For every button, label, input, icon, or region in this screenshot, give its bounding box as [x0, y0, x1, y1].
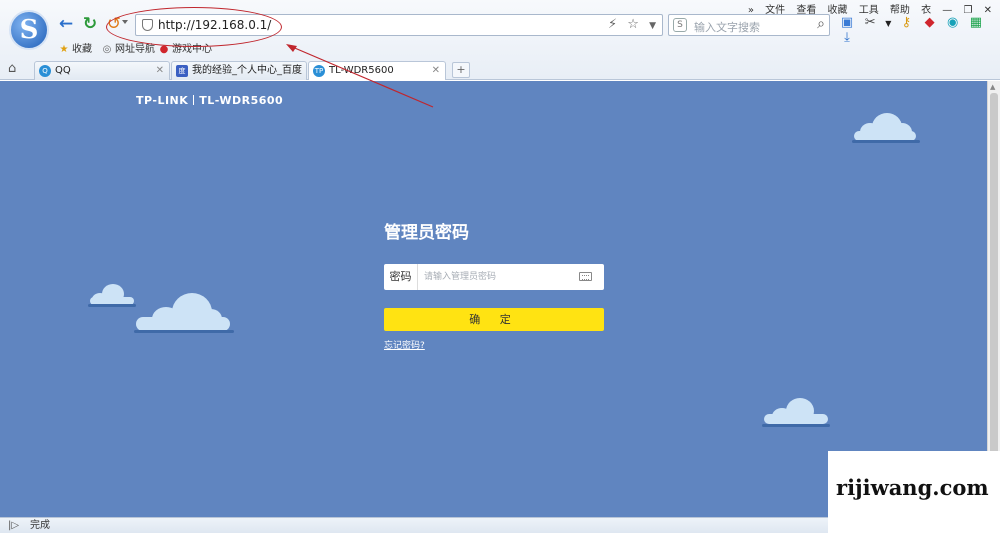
- scrollbar-thumb[interactable]: [990, 93, 998, 513]
- scissors-icon[interactable]: ✂: [861, 15, 879, 30]
- brand-logo: TP-LINK: [136, 94, 189, 107]
- globe-icon: ◎: [102, 44, 112, 55]
- password-label: 密码: [384, 264, 418, 290]
- chevron-down-icon[interactable]: [122, 20, 128, 24]
- watermark: rijiwang.com: [828, 451, 1000, 533]
- grid-icon[interactable]: ▦: [967, 15, 985, 30]
- close-tab-icon[interactable]: ✕: [432, 62, 440, 79]
- bookmark-favorites[interactable]: ★ 收藏: [58, 40, 92, 55]
- dropdown-icon[interactable]: ▼: [649, 21, 656, 31]
- star-icon[interactable]: ☆: [627, 17, 639, 32]
- tplink-tab-icon: TP: [313, 65, 325, 77]
- puzzle-icon[interactable]: ◆: [921, 15, 939, 30]
- new-tab-button[interactable]: +: [452, 62, 470, 78]
- login-title: 管理员密码: [384, 223, 469, 243]
- download-icon[interactable]: ⤓: [838, 30, 856, 45]
- cloud-decoration: [88, 283, 136, 307]
- lightning-icon[interactable]: ⚡: [608, 17, 617, 32]
- status-text: 完成: [30, 520, 50, 531]
- key-icon[interactable]: ⚷: [897, 15, 915, 30]
- close-icon[interactable]: ✕: [984, 5, 992, 16]
- confirm-button[interactable]: 确 定: [384, 308, 604, 331]
- address-bar[interactable]: http://192.168.0.1/ ⚡ ☆ ▼: [135, 14, 663, 36]
- baidu-tab-icon: 度: [176, 65, 188, 77]
- tab-qq[interactable]: Q QQ ✕: [34, 61, 170, 80]
- tab-bar: ⌂ Q QQ ✕ 度 我的经验_个人中心_百度 ✕ TP TL-WDR5600 …: [0, 60, 1000, 80]
- password-input[interactable]: [424, 268, 574, 286]
- tab-tplink[interactable]: TP TL-WDR5600 ✕: [308, 61, 446, 80]
- home-icon[interactable]: ⌂: [8, 61, 16, 76]
- minimize-icon[interactable]: —: [942, 5, 952, 16]
- chevron-down-icon[interactable]: ▼: [884, 19, 892, 28]
- bookmark-games[interactable]: ● 游戏中心: [158, 40, 212, 55]
- search-icon[interactable]: ⌕: [817, 16, 825, 32]
- bookmark-nav[interactable]: ◎ 网址导航: [101, 40, 155, 55]
- search-box[interactable]: S 输入文字搜索 ⌕: [668, 14, 830, 36]
- qq-icon[interactable]: ◉: [944, 15, 962, 30]
- menu-more[interactable]: »: [748, 5, 754, 16]
- browser-toolbar: S ← ↻ ↺ http://192.168.0.1/ ⚡ ☆ ▼ S 输入文字…: [0, 0, 1000, 80]
- status-bar: |▷ 完成: [0, 517, 828, 533]
- menu-tools[interactable]: 工具: [859, 5, 879, 16]
- model-name: TL-WDR5600: [199, 94, 284, 107]
- qq-tab-icon: Q: [39, 65, 51, 77]
- scroll-up-icon[interactable]: ▲: [990, 83, 995, 91]
- search-placeholder: 输入文字搜索: [694, 21, 760, 34]
- panel-toggle-icon[interactable]: |▷: [8, 518, 19, 533]
- tab-baidu[interactable]: 度 我的经验_个人中心_百度 ✕: [171, 61, 307, 80]
- skin-icon[interactable]: 衣: [921, 5, 931, 16]
- password-field: 密码: [384, 264, 604, 290]
- shield-icon: [142, 19, 153, 31]
- menu-help[interactable]: 帮助: [890, 5, 910, 16]
- close-tab-icon[interactable]: ✕: [293, 62, 301, 79]
- cloud-decoration: [852, 111, 920, 143]
- toolbar-icons: ▣ ✂ ▼ ⚷ ◆ ◉ ▦ ⤓: [838, 15, 998, 45]
- watermark-text: rijiwang.com: [836, 475, 989, 500]
- menu-view[interactable]: 查看: [796, 5, 816, 16]
- star-icon: ★: [59, 44, 69, 55]
- menu-favorites[interactable]: 收藏: [828, 5, 848, 16]
- extension-icon[interactable]: ▣: [838, 15, 856, 30]
- address-url[interactable]: http://192.168.0.1/: [158, 18, 271, 32]
- restore-icon[interactable]: ↺: [104, 14, 124, 34]
- cloud-decoration: [134, 291, 234, 333]
- refresh-icon[interactable]: ↻: [80, 14, 100, 34]
- game-icon: ●: [159, 44, 169, 55]
- menu-file[interactable]: 文件: [765, 5, 785, 16]
- browser-logo-icon[interactable]: S: [9, 10, 49, 50]
- cloud-decoration: [762, 397, 830, 427]
- search-engine-icon[interactable]: S: [673, 18, 687, 32]
- brand-header: TP-LINK TL-WDR5600: [136, 94, 283, 107]
- restore-window-icon[interactable]: ❐: [963, 5, 972, 16]
- menu-bar: » 文件 查看 收藏 工具 帮助 衣 — ❐ ✕: [740, 1, 992, 16]
- keyboard-icon[interactable]: [579, 272, 592, 281]
- forgot-password-link[interactable]: 忘记密码?: [384, 338, 425, 351]
- back-arrow-icon[interactable]: ←: [56, 14, 76, 34]
- close-tab-icon[interactable]: ✕: [156, 62, 164, 79]
